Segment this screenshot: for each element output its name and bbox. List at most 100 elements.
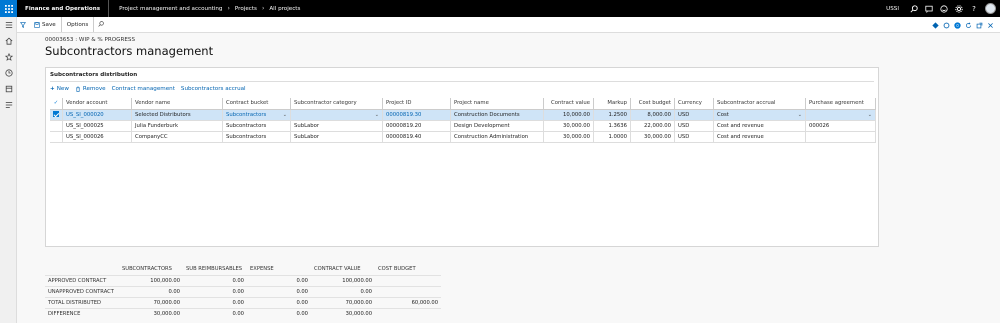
contract-bucket-cell[interactable]: Subcontractors: [222, 131, 291, 143]
contract-management-button[interactable]: Contract management: [112, 86, 175, 92]
column-header[interactable]: Currency: [674, 98, 714, 110]
select-all-checkbox[interactable]: ✓: [50, 98, 63, 110]
vendor-account-cell[interactable]: US_SI_000020: [62, 109, 132, 121]
summary-value: 0.00: [247, 296, 311, 308]
options-button[interactable]: Options: [62, 17, 95, 32]
subcontractor-accrual-cell[interactable]: Cost and revenue: [713, 131, 806, 143]
project-id-cell[interactable]: 00000819.40: [382, 131, 451, 143]
home-icon[interactable]: [0, 33, 17, 49]
purchase-agreement-cell[interactable]: [805, 131, 876, 143]
new-button[interactable]: + New: [50, 86, 69, 92]
close-icon[interactable]: [987, 22, 994, 29]
diamond-icon[interactable]: [932, 21, 939, 29]
column-header[interactable]: Cost budget: [630, 98, 675, 110]
remove-button[interactable]: Remove: [75, 86, 106, 92]
vendor-name-cell[interactable]: CompanyCC: [131, 131, 223, 143]
notifications-icon[interactable]: [925, 5, 933, 13]
purchase-agreement-cell[interactable]: ⌄: [805, 109, 876, 121]
table-row[interactable]: US_SI_000025 Julia Funderburk Subcontrac…: [50, 120, 876, 132]
vendor-account-cell[interactable]: US_SI_000026: [62, 131, 132, 143]
subcontractor-category-cell[interactable]: ⌄: [290, 109, 383, 121]
clock-icon[interactable]: [0, 65, 17, 81]
project-id-cell[interactable]: 00000819.30: [382, 109, 451, 121]
currency-cell[interactable]: USD: [674, 120, 714, 132]
save-button[interactable]: Save: [29, 17, 62, 32]
project-name-cell[interactable]: Construction Administration: [450, 131, 544, 143]
column-header[interactable]: Vendor account: [62, 98, 132, 110]
markup-cell[interactable]: 1.0000: [593, 131, 631, 143]
star-icon[interactable]: [0, 49, 17, 65]
refresh-icon[interactable]: [965, 22, 972, 29]
project-id-cell[interactable]: 00000819.20: [382, 120, 451, 132]
search-icon[interactable]: [94, 20, 105, 29]
subcontractor-category-cell[interactable]: SubLabor: [290, 131, 383, 143]
open-in-new-window-icon[interactable]: [976, 22, 983, 29]
summary-column-header: EXPENSE: [250, 266, 274, 273]
row-checkbox[interactable]: [50, 131, 63, 143]
chevron-down-icon[interactable]: ⌄: [868, 112, 872, 118]
summary-value: 0.00: [183, 296, 247, 308]
cost-budget-cell[interactable]: 30,000.00: [630, 131, 675, 143]
column-header[interactable]: Markup: [593, 98, 631, 110]
search-icon[interactable]: [910, 4, 918, 13]
cost-budget-cell[interactable]: 22,000.00: [630, 120, 675, 132]
help-icon[interactable]: ?: [970, 5, 978, 13]
column-header[interactable]: Project name: [450, 98, 544, 110]
contract-value-cell[interactable]: 30,000.00: [543, 131, 594, 143]
app-name[interactable]: Finance and Operations: [17, 0, 110, 17]
contract-value-cell[interactable]: 30,000.00: [543, 120, 594, 132]
subcontractor-accrual-cell[interactable]: Cost ⌄: [713, 109, 806, 121]
vendor-name-cell[interactable]: Selected Distributors: [131, 109, 223, 121]
project-name-cell[interactable]: Construction Documents: [450, 109, 544, 121]
column-header[interactable]: Subcontractor accrual: [713, 98, 806, 110]
subcontractor-category-cell[interactable]: SubLabor: [290, 120, 383, 132]
row-checkbox[interactable]: [50, 120, 63, 132]
chevron-down-icon[interactable]: ⌄: [375, 112, 379, 118]
gear-icon[interactable]: [955, 4, 963, 13]
project-name-cell[interactable]: Design Development: [450, 120, 544, 132]
contract-value-cell[interactable]: 10,000.00: [543, 109, 594, 121]
column-header[interactable]: Project ID: [382, 98, 451, 110]
summary-column-header: CONTRACT VALUE: [314, 266, 361, 273]
modules-list-icon[interactable]: [0, 97, 17, 113]
column-header[interactable]: Purchase agreement: [805, 98, 876, 110]
subcontractors-accrual-button[interactable]: Subcontractors accrual: [181, 86, 246, 92]
column-header[interactable]: Contract bucket: [222, 98, 291, 110]
subcontractor-accrual-cell[interactable]: Cost and revenue: [713, 120, 806, 132]
contract-bucket-cell[interactable]: Subcontractors: [222, 120, 291, 132]
filter-icon[interactable]: [17, 21, 29, 28]
table-row[interactable]: US_SI_000026 CompanyCC Subcontractors Su…: [50, 131, 876, 143]
currency-cell[interactable]: USD: [674, 131, 714, 143]
breadcrumb-item[interactable]: Project management and accounting: [119, 6, 222, 12]
currency-cell[interactable]: USD: [674, 109, 714, 121]
breadcrumb-item[interactable]: All projects: [269, 6, 300, 12]
column-header[interactable]: Contract value: [543, 98, 594, 110]
company-picker[interactable]: USSI: [886, 6, 899, 12]
remove-label: Remove: [82, 86, 106, 92]
cost-budget-cell[interactable]: 8,000.00: [630, 109, 675, 121]
row-checkbox[interactable]: [50, 109, 63, 121]
purchase-agreement-cell[interactable]: 000026: [805, 120, 876, 132]
office-icon[interactable]: [943, 22, 950, 29]
vendor-name-cell[interactable]: Julia Funderburk: [131, 120, 223, 132]
app-launcher-icon[interactable]: [0, 0, 17, 17]
feedback-smiley-icon[interactable]: [940, 4, 948, 13]
table-row[interactable]: US_SI_000020 Selected Distributors Subco…: [50, 109, 876, 121]
hamburger-menu-icon[interactable]: [0, 17, 17, 33]
avatar[interactable]: [985, 3, 996, 14]
subcontractor-accrual-value: Cost: [717, 111, 729, 118]
contract-bucket-cell[interactable]: Subcontractors ⌄: [222, 109, 291, 121]
workspaces-icon[interactable]: [0, 81, 17, 97]
top-navigation-bar: Finance and Operations Project managemen…: [0, 0, 1000, 17]
chevron-down-icon[interactable]: ⌄: [283, 112, 287, 118]
column-header[interactable]: Subcontractor category: [290, 98, 383, 110]
column-header[interactable]: Vendor name: [131, 98, 223, 110]
markup-cell[interactable]: 1.3636: [593, 120, 631, 132]
chevron-down-icon[interactable]: ⌄: [798, 112, 802, 118]
vendor-account-cell[interactable]: US_SI_000025: [62, 120, 132, 132]
summary-column-header: SUBCONTRACTORS: [122, 266, 172, 273]
markup-cell[interactable]: 1.2500: [593, 109, 631, 121]
navigation-pane: [0, 17, 17, 323]
breadcrumb-item[interactable]: Projects: [235, 6, 257, 12]
attachments-badge-icon[interactable]: 0: [954, 21, 961, 29]
